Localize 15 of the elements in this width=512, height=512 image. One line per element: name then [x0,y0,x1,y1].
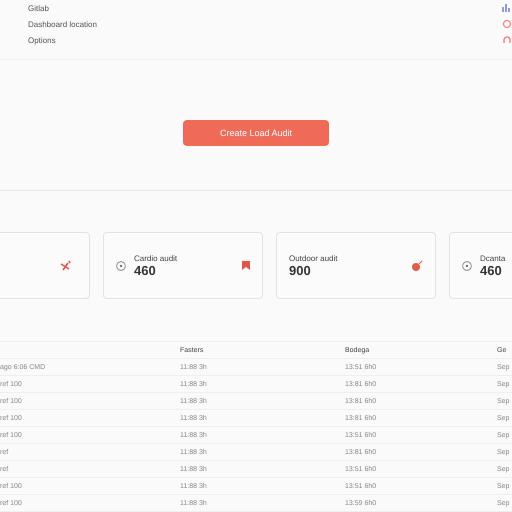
list-item[interactable]: Gitlab [28,4,49,12]
radio-icon [116,260,126,271]
stat-label: Dcanta [480,254,506,263]
stat-value: 460 [480,262,503,278]
stat-value: 900 [289,262,312,278]
stat-label: Cardio audit [134,254,178,263]
stat-label: Outdoor audit [289,254,338,263]
circle-icon[interactable] [502,19,512,29]
list-item[interactable]: Dashboard location [28,20,97,28]
ball-icon [411,260,423,272]
radio-icon [462,260,472,271]
list-item[interactable]: Options [28,36,56,44]
chart-icon[interactable] [502,3,512,13]
stat-value: 460 [134,262,157,278]
bookmark-icon [242,261,250,270]
